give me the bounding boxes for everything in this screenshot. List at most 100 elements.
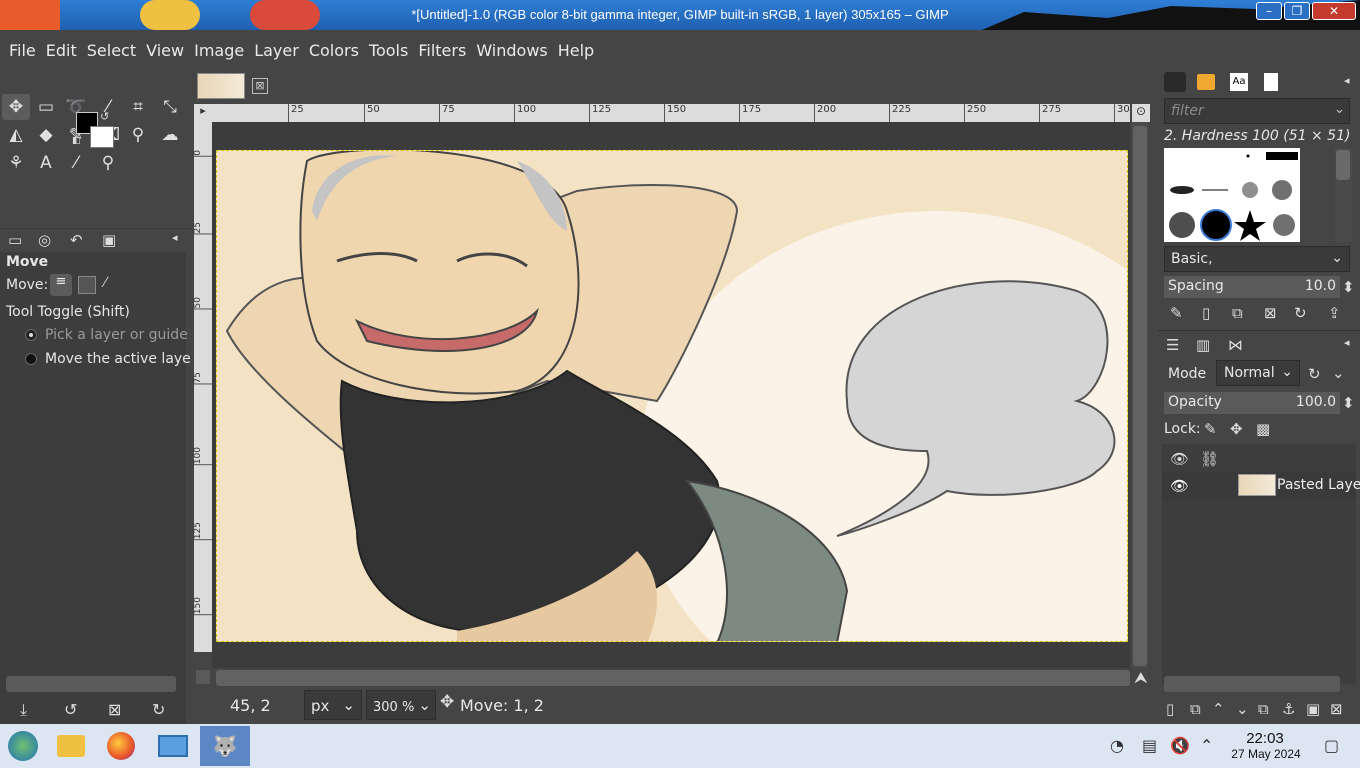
- menu-filters[interactable]: Filters: [413, 41, 471, 60]
- clock-date[interactable]: 27 May 2024: [1226, 747, 1306, 761]
- dock-menu-icon[interactable]: ◂: [1344, 74, 1350, 87]
- chevron-down-icon[interactable]: ⌄: [1334, 102, 1345, 117]
- swap-colors-icon[interactable]: ↺: [100, 110, 109, 123]
- refresh-brushes-icon[interactable]: ↻: [1294, 304, 1307, 322]
- move-layer-mode-icon[interactable]: ≡: [50, 274, 72, 296]
- clock-time[interactable]: 22:03: [1238, 730, 1292, 747]
- clone-tool-icon[interactable]: ⚲: [124, 122, 152, 148]
- smudge-tool-icon[interactable]: ☁: [156, 122, 184, 148]
- vertical-scrollbar-thumb[interactable]: [1133, 126, 1147, 666]
- document-history-tab-icon[interactable]: [1264, 73, 1278, 91]
- menu-help[interactable]: Help: [553, 41, 599, 60]
- volume-muted-icon[interactable]: 🔇: [1170, 736, 1190, 755]
- brush-grid[interactable]: [1164, 148, 1300, 242]
- duplicate-layer-icon[interactable]: ⧉: [1258, 700, 1269, 718]
- quick-mask-corner-icon[interactable]: ▸: [194, 104, 212, 122]
- lock-alpha-icon[interactable]: ▩: [1256, 420, 1270, 438]
- navigate-icon[interactable]: [196, 670, 210, 684]
- firefox-icon[interactable]: [98, 726, 144, 766]
- lower-layer-icon[interactable]: ⌄: [1236, 700, 1249, 718]
- color-picker-tool-icon[interactable]: ⁄: [62, 150, 90, 176]
- reset-tool-options-icon[interactable]: ↻: [152, 700, 165, 719]
- lock-position-icon[interactable]: ✥: [1230, 420, 1243, 438]
- file-explorer-icon[interactable]: [48, 726, 94, 766]
- paths-tool-icon[interactable]: ⚘: [2, 150, 30, 176]
- new-layer-icon[interactable]: ▯: [1166, 700, 1174, 718]
- unit-select[interactable]: px ⌄: [304, 690, 362, 720]
- minimize-button[interactable]: –: [1256, 2, 1282, 20]
- menu-colors[interactable]: Colors: [304, 41, 364, 60]
- switch-mode-icon[interactable]: ↻: [1308, 365, 1321, 383]
- chevron-up-icon[interactable]: ⌃: [1200, 736, 1213, 755]
- tool-options-tab-icon[interactable]: ▭: [8, 231, 22, 249]
- menu-edit[interactable]: Edit: [41, 41, 82, 60]
- layer-mode-select[interactable]: Normal ⌄: [1216, 360, 1300, 386]
- delete-layer-icon[interactable]: ⊠: [1330, 700, 1343, 718]
- pick-layer-radio[interactable]: [25, 329, 37, 341]
- menu-select[interactable]: Select: [82, 41, 141, 60]
- spinner-arrows-icon[interactable]: ⬍: [1342, 278, 1355, 296]
- images-tab-icon[interactable]: ▣: [102, 231, 116, 249]
- menu-windows[interactable]: Windows: [471, 41, 552, 60]
- new-brush-icon[interactable]: ▯: [1202, 304, 1210, 322]
- edit-brush-icon[interactable]: ✎: [1170, 304, 1183, 322]
- patterns-tab-icon[interactable]: [1197, 74, 1215, 90]
- brushes-tab-icon[interactable]: [1164, 72, 1186, 92]
- tool-options-scrollbar[interactable]: [6, 676, 176, 692]
- new-layer-group-icon[interactable]: ⧉: [1190, 700, 1201, 718]
- move-tool-icon[interactable]: ✥: [2, 94, 30, 120]
- layer-visibility-eye-icon[interactable]: 👁: [1170, 477, 1189, 495]
- horizontal-ruler[interactable]: 25 50 75 100 125 150 175 200 225 250 275…: [212, 104, 1130, 122]
- menu-tools[interactable]: Tools: [364, 41, 413, 60]
- close-image-tab-button[interactable]: ⊠: [252, 78, 268, 94]
- device-status-tab-icon[interactable]: ◎: [38, 231, 51, 249]
- zoom-to-fit-icon[interactable]: ⊙: [1132, 104, 1150, 122]
- channels-tab-icon[interactable]: ▥: [1196, 336, 1210, 354]
- move-path-mode-icon[interactable]: ⁄: [104, 275, 106, 291]
- menu-image[interactable]: Image: [189, 41, 249, 60]
- menu-file[interactable]: File: [4, 41, 41, 60]
- transform-tool-icon[interactable]: ⤡: [156, 94, 184, 120]
- brush-filter-input[interactable]: filter: [1164, 98, 1350, 124]
- open-brush-as-image-icon[interactable]: ⇪: [1328, 304, 1341, 322]
- warp-tool-icon[interactable]: ◭: [2, 122, 30, 148]
- navigation-arrow-icon[interactable]: ⮝: [1134, 668, 1148, 688]
- layer-thumbnail[interactable]: [1238, 474, 1276, 496]
- gimp-taskbar-icon[interactable]: 🐺: [200, 726, 250, 766]
- horizontal-scrollbar[interactable]: [216, 670, 1130, 686]
- opacity-spinner[interactable]: Opacity 100.0: [1164, 392, 1340, 414]
- close-window-button[interactable]: ✕: [1312, 2, 1356, 20]
- default-colors-icon[interactable]: ◧: [72, 136, 81, 146]
- clipboard-icon[interactable]: ▤: [1142, 736, 1157, 755]
- undo-history-tab-icon[interactable]: ↶: [70, 231, 83, 249]
- move-selection-mode-icon[interactable]: [78, 276, 96, 294]
- menu-view[interactable]: View: [141, 41, 189, 60]
- restore-tool-preset-icon[interactable]: ↺: [64, 700, 77, 719]
- brush-preset-select[interactable]: Basic, ⌄: [1164, 246, 1350, 272]
- layers-horizontal-scrollbar[interactable]: [1164, 676, 1340, 692]
- spinner-arrows-icon[interactable]: ⬍: [1342, 394, 1355, 412]
- delete-tool-preset-icon[interactable]: ⊠: [108, 700, 121, 719]
- rect-select-tool-icon[interactable]: ▭: [32, 94, 60, 120]
- anchor-layer-icon[interactable]: ⚓: [1282, 700, 1295, 718]
- image-canvas[interactable]: [216, 150, 1128, 642]
- zoom-select[interactable]: 300 % ⌄: [366, 690, 436, 720]
- duplicate-brush-icon[interactable]: ⧉: [1232, 304, 1243, 322]
- remote-desktop-icon[interactable]: [150, 726, 196, 766]
- zoom-tool-icon[interactable]: ⚲: [94, 150, 122, 176]
- start-button-icon[interactable]: [0, 726, 46, 766]
- network-icon[interactable]: ◔: [1110, 736, 1124, 755]
- save-tool-preset-icon[interactable]: ⤓: [20, 700, 27, 720]
- image-tab-thumbnail[interactable]: [197, 73, 245, 99]
- crop-tool-icon[interactable]: ⌗: [124, 94, 152, 120]
- layer-name[interactable]: Pasted Laye: [1277, 477, 1360, 493]
- layers-tab-icon[interactable]: ☰: [1166, 336, 1179, 354]
- dock-menu-icon[interactable]: ◂: [1344, 336, 1350, 349]
- mask-layer-icon[interactable]: ▣: [1306, 700, 1320, 718]
- chevron-down-icon[interactable]: ⌄: [1332, 364, 1345, 382]
- menu-layer[interactable]: Layer: [249, 41, 304, 60]
- delete-brush-icon[interactable]: ⊠: [1264, 304, 1277, 322]
- lock-pixels-icon[interactable]: ✎: [1204, 420, 1217, 438]
- brush-list-scrollbar-thumb[interactable]: [1336, 150, 1350, 180]
- raise-layer-icon[interactable]: ⌃: [1212, 700, 1225, 718]
